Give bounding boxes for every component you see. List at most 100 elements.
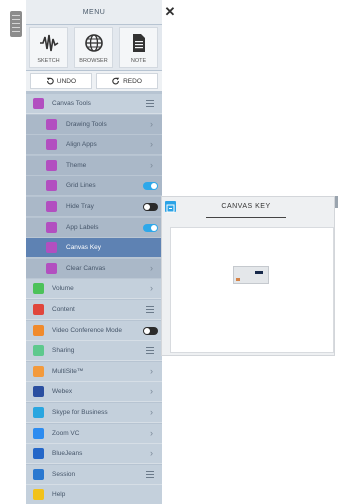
chevron-right-icon: › <box>150 139 153 150</box>
menu-item-video-conference-mode[interactable]: Video Conference Mode <box>26 320 162 341</box>
browser-button[interactable]: BROWSER <box>74 27 113 68</box>
menu-item-icon <box>33 448 44 460</box>
menu-item-label: Hide Tray <box>66 203 94 210</box>
list-icon <box>146 470 154 479</box>
menu-item-zoom-vc[interactable]: Zoom VC › <box>26 423 162 444</box>
menu-item-content[interactable]: Content <box>26 300 162 320</box>
menu-item-label: BlueJeans <box>52 450 83 458</box>
menu-item-session[interactable]: Session <box>26 464 162 485</box>
note-label: NOTE <box>130 58 147 64</box>
menu-item-label: Grid Lines <box>66 182 96 190</box>
menu-item-label: Canvas Key <box>66 244 102 252</box>
canvas-key-icon[interactable] <box>165 201 176 213</box>
menu-item-icon <box>46 118 57 130</box>
chevron-right-icon: › <box>150 118 153 129</box>
chevron-right-icon: › <box>150 365 153 376</box>
chevron-right-icon: › <box>150 407 153 417</box>
canvas-key-viewport[interactable] <box>170 227 334 353</box>
menu-item-label: Content <box>52 306 75 313</box>
menu-item-label: Session <box>52 470 76 478</box>
menu-item-label: Video Conference Mode <box>52 326 122 334</box>
menu-title: MENU <box>26 0 162 24</box>
undo-redo-row: UNDO REDO <box>26 71 162 91</box>
canvas-key-title: CANVAS KEY <box>221 203 271 210</box>
menu-item-icon <box>46 139 57 151</box>
menu-item-label: Sharing <box>52 347 75 355</box>
minimap-indicator <box>236 278 240 281</box>
menu-item-align-apps[interactable]: Align Apps › <box>26 135 162 156</box>
chevron-right-icon: › <box>150 159 153 170</box>
toggle-switch[interactable] <box>143 203 158 211</box>
menu-item-label: Canvas Tools <box>52 100 91 107</box>
menu-item-clear-canvas[interactable]: Clear Canvas › <box>26 258 162 279</box>
menu-item-icon <box>46 201 57 212</box>
sketch-label: SKETCH <box>37 58 60 64</box>
menu-item-icon <box>33 427 44 439</box>
menu-item-multisite[interactable]: MultiSite™ › <box>26 361 162 382</box>
undo-button[interactable]: UNDO <box>30 73 92 89</box>
menu-item-icon <box>46 159 57 171</box>
menu-item-label: Zoom VC <box>52 429 80 437</box>
globe-icon <box>85 34 103 52</box>
quick-actions: SKETCH BROWSER NOTE <box>26 25 162 70</box>
sketch-button[interactable]: SKETCH <box>29 27 68 68</box>
menu-item-app-labels[interactable]: App Labels <box>26 217 162 238</box>
menu-item-label: Clear Canvas <box>66 264 106 272</box>
toggle-switch[interactable] <box>143 223 158 232</box>
canvas-minimap-screen[interactable] <box>233 266 269 284</box>
note-button[interactable]: NOTE <box>119 27 158 68</box>
list-icon <box>146 347 154 355</box>
menu-item-label: Align Apps <box>66 141 97 149</box>
menu-item-icon <box>33 468 44 480</box>
redo-button[interactable]: REDO <box>96 73 158 89</box>
menu-item-icon <box>33 386 44 398</box>
menu-item-canvas-tools[interactable]: Canvas Tools <box>26 94 162 114</box>
menu-item-label: Theme <box>66 161 87 169</box>
menu-item-help[interactable]: Help <box>26 485 162 504</box>
menu-panel: MENU SKETCH BROWSER NOTE UNDO REDO Canva… <box>26 0 162 504</box>
menu-item-icon <box>33 304 44 315</box>
toggle-switch[interactable] <box>143 182 158 191</box>
menu-item-icon <box>46 242 57 254</box>
list-icon <box>146 306 154 314</box>
menu-item-label: Volume <box>52 285 74 293</box>
menu-item-volume[interactable]: Volume › <box>26 279 162 300</box>
chevron-right-icon: › <box>150 283 153 294</box>
menu-item-icon <box>33 324 44 336</box>
menu-item-label: Drawing Tools <box>66 120 107 128</box>
menu-item-label: MultiSite™ <box>52 367 84 375</box>
chevron-right-icon: › <box>150 262 153 273</box>
menu-item-hide-tray[interactable]: Hide Tray <box>26 197 162 217</box>
menu-item-label: Skype for Business <box>52 409 108 416</box>
menu-item-bluejeans[interactable]: BlueJeans › <box>26 444 162 465</box>
undo-label: UNDO <box>56 77 77 85</box>
menu-item-icon <box>33 283 44 295</box>
panel-resize-handle[interactable] <box>335 196 338 208</box>
browser-label: BROWSER <box>79 58 108 64</box>
menu-item-canvas-key[interactable]: Canvas Key <box>26 238 162 259</box>
menu-item-icon <box>33 365 44 377</box>
menu-drag-handle[interactable] <box>10 11 22 37</box>
menu-item-icon <box>33 407 44 418</box>
menu-item-theme[interactable]: Theme › <box>26 155 162 176</box>
undo-icon <box>46 77 54 85</box>
menu-item-grid-lines[interactable]: Grid Lines <box>26 176 162 197</box>
menu-item-icon <box>33 489 44 501</box>
menu-item-webex[interactable]: Webex › <box>26 382 162 403</box>
menu-item-drawing-tools[interactable]: Drawing Tools › <box>26 114 162 135</box>
toggle-switch[interactable] <box>143 326 158 335</box>
menu-item-icon <box>46 180 57 192</box>
close-menu-button[interactable]: ✕ <box>163 5 177 19</box>
chevron-right-icon: › <box>150 448 153 459</box>
menu-item-label: Help <box>52 491 66 499</box>
canvas-key-panel: CANVAS KEY <box>161 196 335 356</box>
menu-item-label: Webex <box>52 388 73 396</box>
menu-item-skype-for-business[interactable]: Skype for Business › <box>26 403 162 423</box>
chevron-right-icon: › <box>150 427 153 438</box>
chevron-right-icon: › <box>150 386 153 397</box>
menu-item-sharing[interactable]: Sharing <box>26 341 162 362</box>
menu-item-icon <box>46 221 57 233</box>
menu-item-icon <box>33 345 44 357</box>
minimap-app-marker <box>255 271 263 274</box>
redo-icon <box>112 77 120 85</box>
